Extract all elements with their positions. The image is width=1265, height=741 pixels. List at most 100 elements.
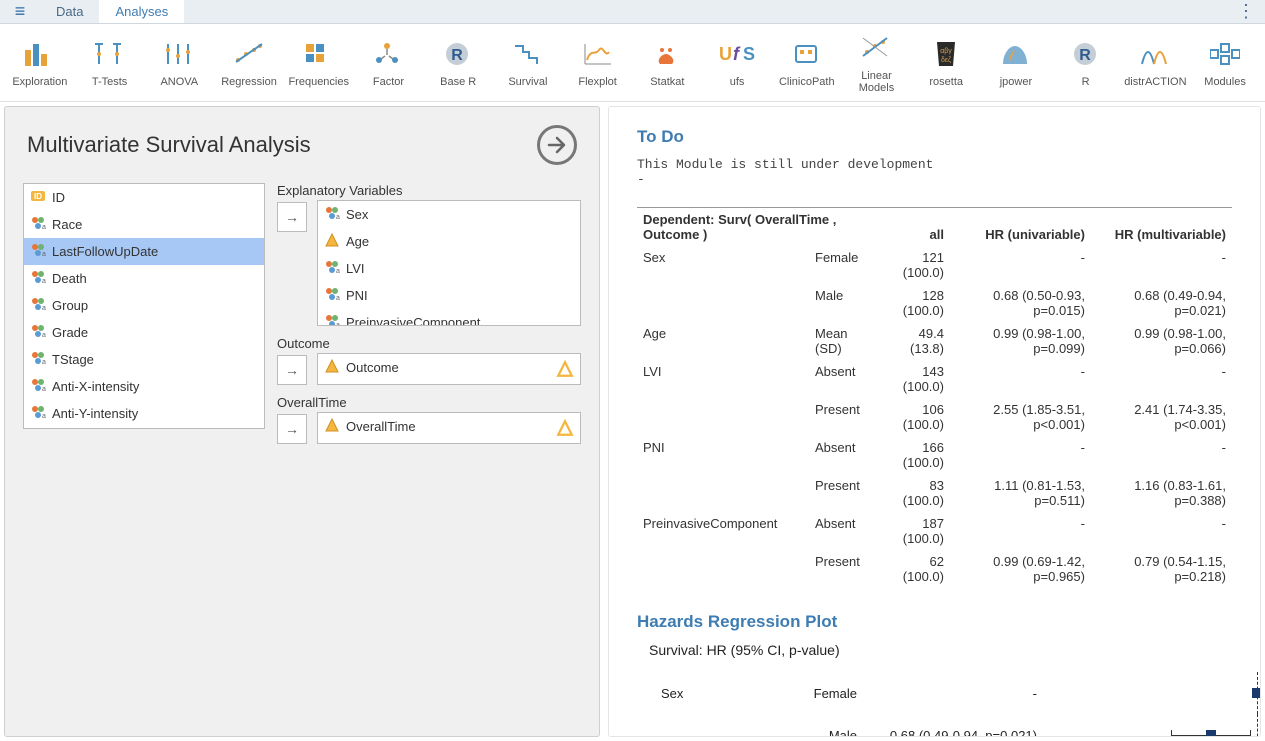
- ribbon-distraction[interactable]: distrACTION: [1122, 28, 1190, 98]
- factor-icon: [371, 38, 405, 70]
- var-item-anti-y-intensity[interactable]: a Anti-Y-intensity: [24, 400, 264, 427]
- var-item-anti-x-intensity[interactable]: aAnti-X-intensity: [24, 373, 264, 400]
- var-item-death[interactable]: aDeath: [24, 265, 264, 292]
- survival-icon: [511, 38, 545, 70]
- ribbon-clinicopath[interactable]: ClinicoPath: [773, 28, 841, 98]
- ribbon-frequencies[interactable]: Frequencies: [285, 28, 353, 98]
- ribbon-flexplot[interactable]: Flexplot: [564, 28, 632, 98]
- tab-data[interactable]: Data: [40, 0, 99, 23]
- panel-title: Multivariate Survival Analysis: [27, 132, 311, 158]
- available-vars-list[interactable]: IDIDaRaceaLastFollowUpDateaDeathaGroupaG…: [23, 183, 265, 429]
- ribbon-regression[interactable]: Regression: [215, 28, 283, 98]
- svg-text:a: a: [42, 386, 46, 393]
- plot-subheader: Survival: HR (95% CI, p-value): [637, 642, 1232, 658]
- var-item-race[interactable]: aRace: [24, 211, 264, 238]
- svg-text:R: R: [1079, 47, 1091, 64]
- continuous-icon: [324, 358, 340, 377]
- var-label: TStage: [52, 352, 94, 367]
- ribbon-linearmodels[interactable]: Linear Models: [843, 28, 911, 98]
- ribbon-baser[interactable]: R Base R: [424, 28, 492, 98]
- target-icon: [556, 419, 574, 440]
- ribbon-label: R: [1082, 76, 1090, 88]
- var-label: Death: [52, 271, 87, 286]
- var-label: LVI: [346, 261, 365, 276]
- ribbon-label: ufs: [730, 76, 745, 88]
- ribbon-label: T-Tests: [92, 76, 127, 88]
- run-button[interactable]: [537, 125, 577, 165]
- svg-text:a: a: [42, 413, 46, 420]
- nom-icon: a: [30, 377, 46, 396]
- clinicopath-icon: [790, 38, 824, 70]
- ribbon-anova[interactable]: ANOVA: [145, 28, 213, 98]
- var-label: PNI: [346, 288, 368, 303]
- jpower-icon: [999, 38, 1033, 70]
- statkat-icon: [650, 38, 684, 70]
- ribbon-label: Flexplot: [578, 76, 617, 88]
- ribbon-factor[interactable]: Factor: [355, 28, 423, 98]
- distraction-icon: [1138, 38, 1172, 70]
- var-item-id[interactable]: IDID: [24, 184, 264, 211]
- results-table: Dependent: Surv( OverallTime , Outcome )…: [637, 207, 1232, 588]
- ribbon-rosetta[interactable]: αβγδεζrosetta: [912, 28, 980, 98]
- todo-heading: To Do: [637, 127, 1232, 147]
- target-icon: [556, 360, 574, 381]
- ribbon-label: distrACTION: [1124, 76, 1186, 88]
- id-icon: ID: [30, 188, 46, 207]
- nom-icon: a: [324, 313, 340, 326]
- ribbon-label: Factor: [373, 76, 404, 88]
- ribbon-modules[interactable]: Modules: [1191, 28, 1259, 98]
- ribbon-ufs[interactable]: UfSufs: [703, 28, 771, 98]
- ribbon-exploration[interactable]: Exploration: [6, 28, 74, 98]
- expl-item-preinvasivecomponent[interactable]: aPreinvasiveComponent: [318, 309, 580, 326]
- svg-text:ID: ID: [34, 192, 42, 201]
- expl-item-sex[interactable]: aSex: [318, 201, 580, 228]
- svg-text:f: f: [733, 44, 741, 64]
- var-label: Anti-Y-intensity: [52, 406, 138, 421]
- overalltime-box[interactable]: OverallTime: [317, 412, 581, 444]
- var-label: Group: [52, 298, 88, 313]
- nom-icon: a: [30, 323, 46, 342]
- ribbon-label: Modules: [1204, 76, 1246, 88]
- ribbon-ttests[interactable]: T-Tests: [76, 28, 144, 98]
- explanatory-label: Explanatory Variables: [277, 183, 581, 198]
- var-item-grade[interactable]: aGrade: [24, 319, 264, 346]
- svg-text:a: a: [42, 251, 46, 258]
- expl-item-age[interactable]: Age: [318, 228, 580, 255]
- nom-icon: a: [30, 242, 46, 261]
- var-item-lastfollowupdate[interactable]: aLastFollowUpDate: [24, 238, 264, 265]
- todo-text: This Module is still under development -: [637, 157, 1232, 187]
- ribbon-label: ANOVA: [160, 76, 198, 88]
- flexplot-icon: [581, 38, 615, 70]
- var-item-tstage[interactable]: a TStage: [24, 346, 264, 373]
- outcome-item: Outcome: [346, 360, 399, 375]
- ribbon-statkat[interactable]: Statkat: [633, 28, 701, 98]
- tab-analyses[interactable]: Analyses: [99, 0, 184, 23]
- var-item-lymphnodemetastasis[interactable]: aLymphNodeMetastasis: [24, 427, 264, 429]
- assign-time-button[interactable]: →: [277, 414, 307, 444]
- ribbon-label: Linear Models: [843, 70, 911, 94]
- regression-icon: [232, 38, 266, 70]
- ttests-icon: [93, 38, 127, 70]
- svg-text:R: R: [451, 47, 463, 64]
- forest-row: SexFemale-: [637, 672, 1232, 714]
- modules-icon: [1210, 38, 1240, 70]
- kebab-menu-icon[interactable]: ⋮: [1237, 1, 1265, 22]
- svg-text:a: a: [336, 322, 340, 326]
- ribbon-r[interactable]: RR: [1052, 28, 1120, 98]
- svg-text:a: a: [42, 359, 46, 366]
- ribbon-survival[interactable]: Survival: [494, 28, 562, 98]
- assign-explanatory-button[interactable]: →: [277, 202, 307, 232]
- menu-icon[interactable]: ≡: [0, 1, 40, 22]
- explanatory-box[interactable]: aSexAgeaLVIaPNIaPreinvasiveComponent: [317, 200, 581, 326]
- ribbon-label: Survival: [508, 76, 547, 88]
- rosetta-icon: αβγδεζ: [931, 38, 961, 70]
- outcome-box[interactable]: Outcome: [317, 353, 581, 385]
- ribbon-label: jpower: [1000, 76, 1032, 88]
- svg-text:U: U: [719, 44, 732, 64]
- ribbon-jpower[interactable]: jpower: [982, 28, 1050, 98]
- expl-item-lvi[interactable]: aLVI: [318, 255, 580, 282]
- expl-item-pni[interactable]: aPNI: [318, 282, 580, 309]
- assign-outcome-button[interactable]: →: [277, 355, 307, 385]
- ribbon-label: Base R: [440, 76, 476, 88]
- var-item-group[interactable]: aGroup: [24, 292, 264, 319]
